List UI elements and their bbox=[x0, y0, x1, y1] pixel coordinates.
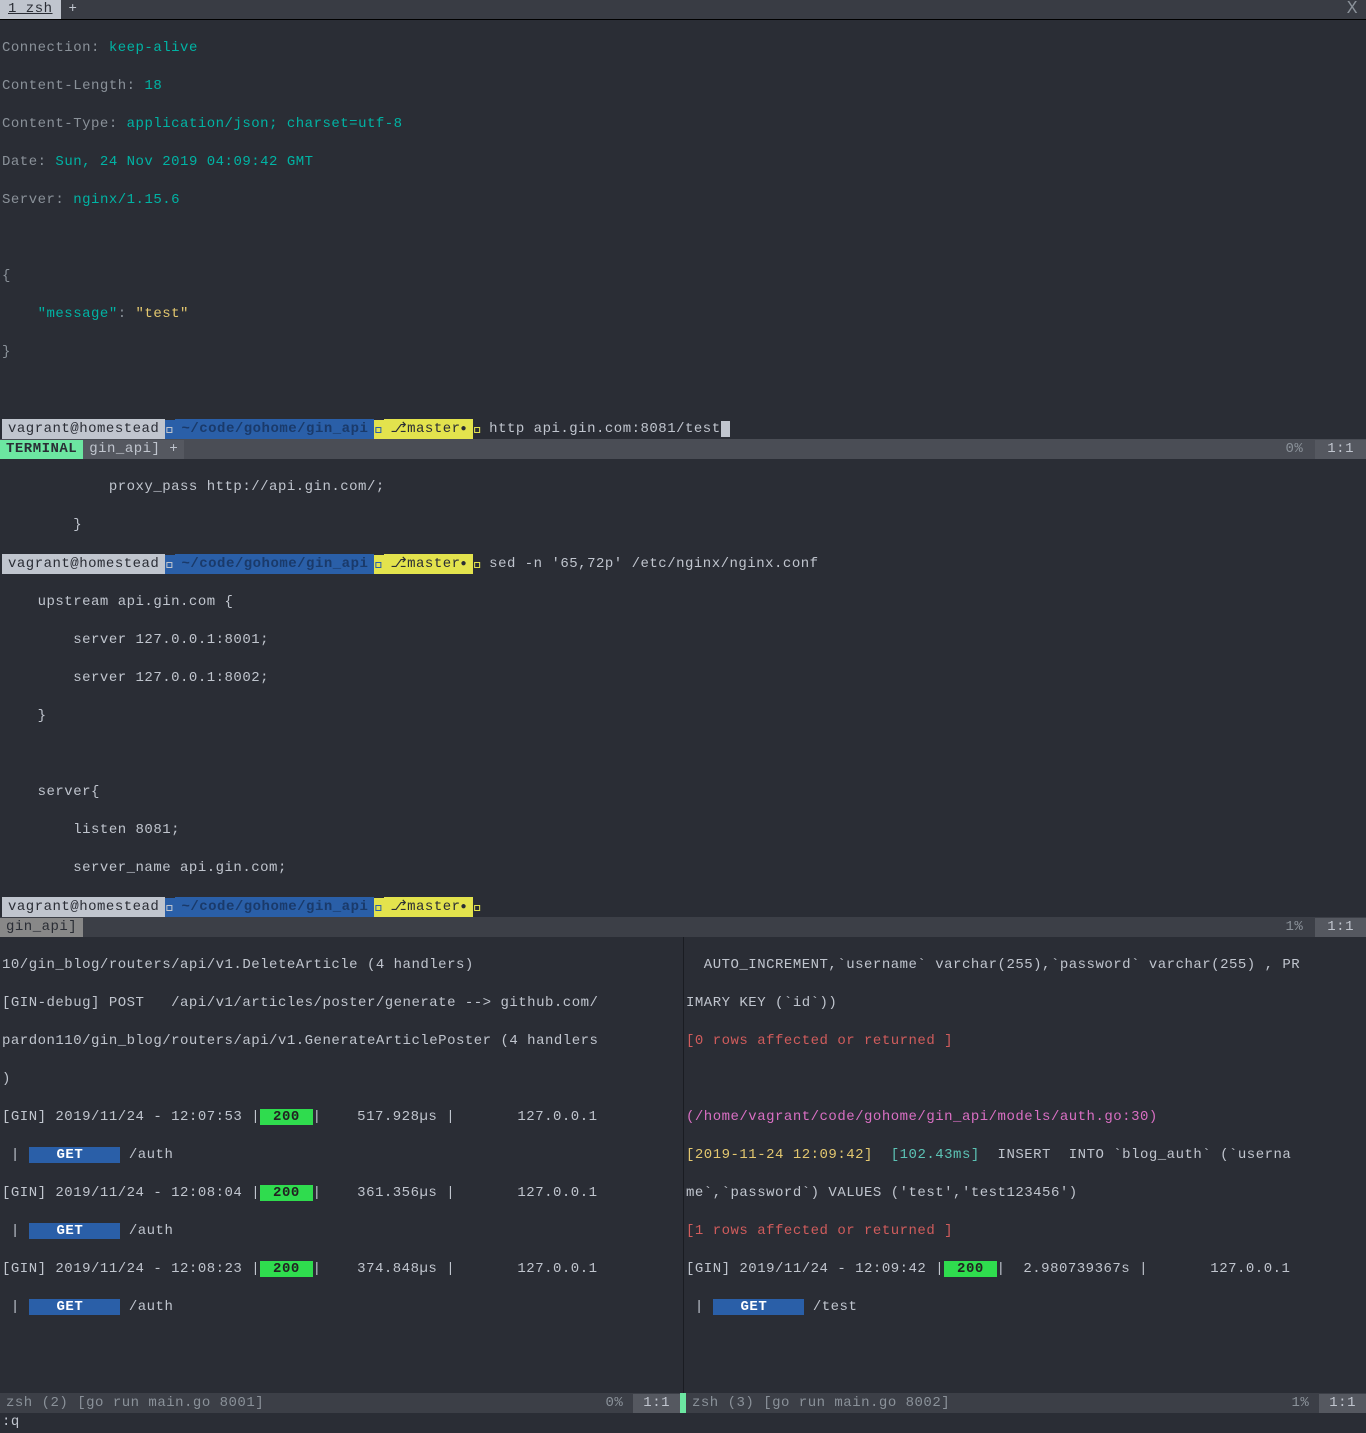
pane-nginx-preview[interactable]: proxy_pass http://api.gin.com/; } bbox=[0, 459, 1366, 554]
cursor bbox=[721, 421, 730, 437]
json-close: } bbox=[2, 344, 11, 360]
hdr-connection-val: keep-alive bbox=[109, 40, 198, 56]
prompt-path: ~/code/gohome/gin_api bbox=[175, 419, 374, 439]
server-open: server{ bbox=[2, 784, 100, 800]
footer-left-name: zsh (2) [go run main.go 8001] bbox=[0, 1394, 270, 1413]
vim-command-line[interactable]: :q bbox=[0, 1413, 1366, 1433]
powerline-arrow-icon:  bbox=[473, 420, 483, 439]
json-val: "test" bbox=[136, 306, 189, 322]
rows-affected-1: [1 rows affected or returned ] bbox=[686, 1223, 953, 1239]
status-200-badge: 200 bbox=[260, 1185, 313, 1201]
tab-zsh[interactable]: 1 zsh bbox=[0, 0, 61, 19]
vim-status-bar-1: TERMINAL gin_api] + 0% 1:1 bbox=[0, 439, 1366, 459]
hdr-date-key: Date bbox=[2, 154, 38, 170]
prompt-path: ~/code/gohome/gin_api bbox=[175, 554, 374, 574]
status-200-badge: 200 bbox=[260, 1109, 313, 1125]
footer-left-pct: 0% bbox=[595, 1394, 633, 1413]
hdr-clen-val: 18 bbox=[144, 78, 162, 94]
hdr-date-val: Sun, 24 Nov 2019 04:09:42 GMT bbox=[55, 154, 313, 170]
nginx-proxy-pass: proxy_pass http://api.gin.com/; bbox=[2, 479, 385, 495]
prompt-branch: ⎇ master ● bbox=[384, 419, 473, 439]
pane-nginx-conf[interactable]: upstream api.gin.com { server 127.0.0.1:… bbox=[0, 574, 1366, 897]
prompt-branch: ⎇ master ● bbox=[384, 554, 473, 574]
vim-lineno: 1:1 bbox=[1315, 440, 1366, 459]
prompt-user: vagrant@homestead bbox=[2, 897, 165, 917]
pane-http-response[interactable]: Connection: keep-alive Content-Length: 1… bbox=[0, 20, 1366, 419]
powerline-arrow-icon:  bbox=[473, 555, 483, 574]
footer-right-pct: 1% bbox=[1281, 1394, 1319, 1413]
method-get-badge: GET bbox=[29, 1223, 120, 1239]
timestamp: [2019-11-24 12:09:42] bbox=[686, 1147, 891, 1163]
upstream-server2: server 127.0.0.1:8002; bbox=[2, 670, 269, 686]
powerline-arrow-icon:  bbox=[165, 420, 175, 439]
server-name: server_name api.gin.com; bbox=[2, 860, 287, 876]
vim-buffer-name: gin_api] + bbox=[83, 440, 184, 459]
powerline-arrow-icon:  bbox=[165, 555, 175, 574]
pane-gin-8002[interactable]: AUTO_INCREMENT,`username` varchar(255),`… bbox=[683, 937, 1366, 1393]
powerline-arrow-icon:  bbox=[374, 898, 384, 917]
json-key: "message" bbox=[2, 306, 118, 322]
hdr-server-key: Server bbox=[2, 192, 55, 208]
prompt-user: vagrant@homestead bbox=[2, 554, 165, 574]
prompt-user: vagrant@homestead bbox=[2, 419, 165, 439]
file-location: (/home/vagrant/code/gohome/gin_api/model… bbox=[686, 1109, 1158, 1125]
powerline-arrow-icon:  bbox=[374, 555, 384, 574]
json-open: { bbox=[2, 268, 11, 284]
rows-affected-0: [0 rows affected or returned ] bbox=[686, 1033, 953, 1049]
prompt-path: ~/code/gohome/gin_api bbox=[175, 897, 374, 917]
method-get-badge: GET bbox=[29, 1147, 120, 1163]
tmux-tab-bar: 1 zsh + X bbox=[0, 0, 1366, 20]
vim-percent: 1% bbox=[1273, 918, 1315, 937]
prompt-line-2[interactable]: vagrant@homestead  ~/code/gohome/gin_ap… bbox=[0, 554, 1366, 574]
hdr-ctype-val: application/json; charset=utf-8 bbox=[127, 116, 403, 132]
hdr-connection-key: Connection bbox=[2, 40, 91, 56]
powerline-arrow-icon:  bbox=[374, 420, 384, 439]
dirty-dot-icon: ● bbox=[461, 420, 468, 439]
footer-status-bar: zsh (2) [go run main.go 8001] 0% 1:1 zsh… bbox=[0, 1393, 1366, 1413]
vim-lineno: 1:1 bbox=[1315, 918, 1366, 937]
dirty-dot-icon: ● bbox=[461, 898, 468, 917]
dirty-dot-icon: ● bbox=[461, 555, 468, 574]
pane-gin-8001[interactable]: 10/gin_blog/routers/api/v1.DeleteArticle… bbox=[0, 937, 683, 1393]
prompt-line-1[interactable]: vagrant@homestead  ~/code/gohome/gin_ap… bbox=[0, 419, 1366, 439]
vim-mode: TERMINAL bbox=[0, 440, 83, 459]
git-branch-icon: ⎇ bbox=[390, 420, 407, 439]
method-get-badge: GET bbox=[29, 1299, 120, 1315]
upstream-open: upstream api.gin.com { bbox=[2, 594, 233, 610]
hdr-clen-key: Content-Length bbox=[2, 78, 127, 94]
hdr-server-val: nginx/1.15.6 bbox=[73, 192, 180, 208]
footer-right-pos: 1:1 bbox=[1319, 1394, 1366, 1413]
hdr-ctype-key: Content-Type bbox=[2, 116, 109, 132]
server-listen: listen 8081; bbox=[2, 822, 180, 838]
git-branch-icon: ⎇ bbox=[390, 898, 407, 917]
status-200-badge: 200 bbox=[260, 1261, 313, 1277]
prompt-command: http api.gin.com:8081/test bbox=[483, 420, 720, 439]
duration: [102.43ms] bbox=[891, 1147, 980, 1163]
vim-percent: 0% bbox=[1273, 440, 1315, 459]
status-200-badge: 200 bbox=[944, 1261, 997, 1277]
tab-new-button[interactable]: + bbox=[61, 0, 86, 19]
prompt-line-3[interactable]: vagrant@homestead  ~/code/gohome/gin_ap… bbox=[0, 897, 1366, 917]
vim-buffer-name: gin_api] bbox=[0, 918, 83, 937]
close-icon[interactable]: X bbox=[1342, 0, 1363, 19]
footer-right-name: zsh (3) [go run main.go 8002] bbox=[686, 1394, 956, 1413]
powerline-arrow-icon:  bbox=[165, 898, 175, 917]
bottom-split: 10/gin_blog/routers/api/v1.DeleteArticle… bbox=[0, 937, 1366, 1393]
upstream-server1: server 127.0.0.1:8001; bbox=[2, 632, 269, 648]
powerline-arrow-icon:  bbox=[473, 898, 483, 917]
prompt-command: sed -n '65,72p' /etc/nginx/nginx.conf bbox=[483, 555, 818, 574]
method-get-badge: GET bbox=[713, 1299, 804, 1315]
vim-status-bar-2: gin_api] 1% 1:1 bbox=[0, 917, 1366, 937]
prompt-branch: ⎇ master ● bbox=[384, 897, 473, 917]
footer-left-pos: 1:1 bbox=[633, 1394, 680, 1413]
git-branch-icon: ⎇ bbox=[390, 555, 407, 574]
